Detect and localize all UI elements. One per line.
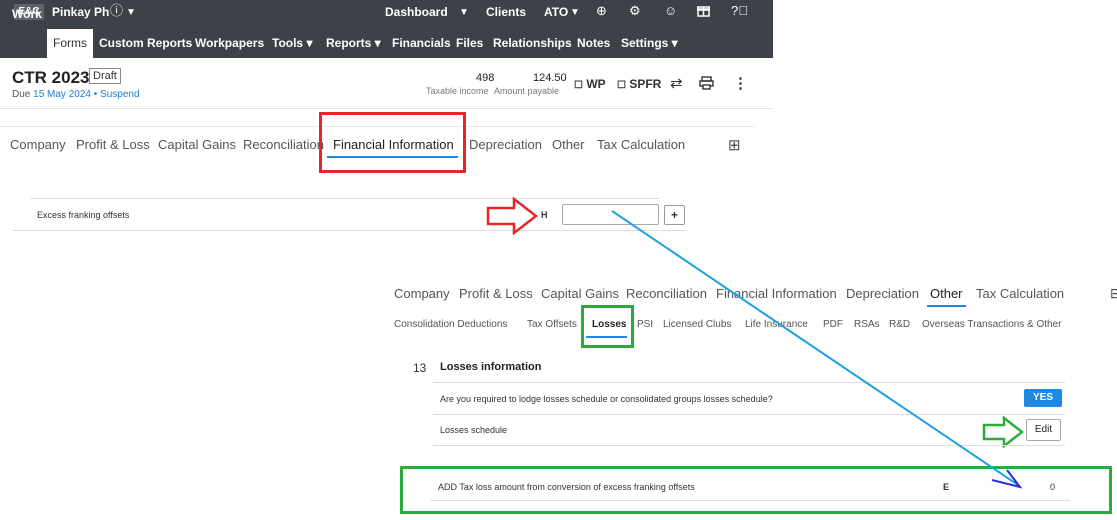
- annotation-blue-arrow: [611, 210, 1023, 489]
